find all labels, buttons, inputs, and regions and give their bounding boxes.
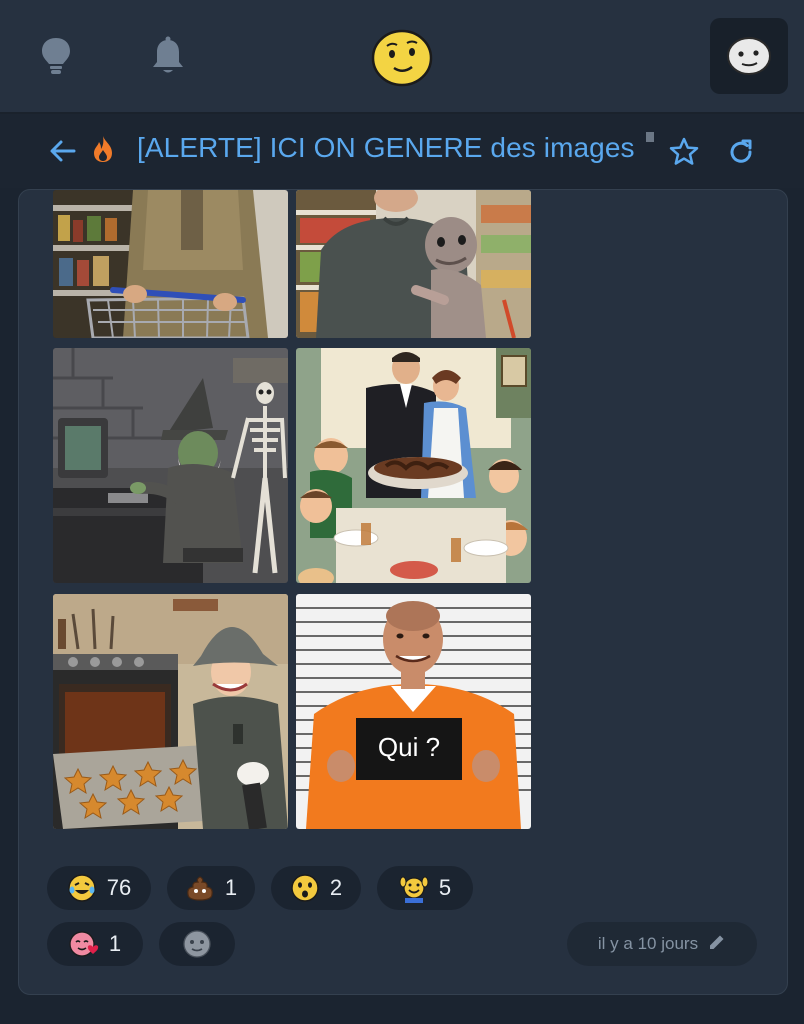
mugshot-image[interactable]: Qui ? <box>296 594 531 829</box>
smiley-logo-icon[interactable] <box>370 28 434 88</box>
topic-title[interactable]: [ALERTE] ICI ON GENERE des images <box>137 132 635 164</box>
star-icon[interactable] <box>668 136 700 168</box>
post-card: Qui ? 76 1 2 5 1 il y a 10 jours <box>18 189 788 995</box>
man-with-shopping-cart-image[interactable] <box>53 190 288 338</box>
top-bar <box>0 0 804 114</box>
heart-face-icon <box>69 929 99 959</box>
raising-hands-icon <box>399 873 429 903</box>
reaction-count: 2 <box>329 875 343 900</box>
fire-icon <box>90 134 116 164</box>
reaction-count: 76 <box>106 875 132 900</box>
post-timestamp: il y a 10 jours <box>597 934 699 953</box>
reaction-count: 1 <box>108 931 122 956</box>
avatar-button[interactable] <box>710 18 788 94</box>
topic-header: [ALERTE] ICI ON GENERE des images <box>0 114 804 188</box>
lightbulb-icon[interactable] <box>30 30 82 82</box>
reaction-count: 5 <box>438 875 452 900</box>
mugshot-sign-text: Qui ? <box>378 732 440 762</box>
reaction-surprised[interactable]: 2 <box>271 866 361 910</box>
add-reaction-icon <box>182 929 212 959</box>
avatar-icon <box>727 37 771 75</box>
surprised-face-icon <box>290 873 320 903</box>
pencil-icon <box>708 933 726 956</box>
add-reaction-button[interactable] <box>159 922 235 966</box>
bell-icon[interactable] <box>142 30 194 82</box>
reaction-heart-face[interactable]: 1 <box>47 922 143 966</box>
title-overflow-mark <box>646 132 654 142</box>
man-holding-alien-image[interactable] <box>296 190 531 338</box>
poop-icon <box>185 873 215 903</box>
soldier-woman-oven-image[interactable] <box>53 594 288 829</box>
laughing-tears-icon <box>67 873 97 903</box>
refresh-icon[interactable] <box>725 136 757 168</box>
reaction-raising-hands[interactable]: 5 <box>377 866 473 910</box>
back-arrow-icon[interactable] <box>48 136 78 166</box>
reaction-poop[interactable]: 1 <box>167 866 255 910</box>
reaction-laughing[interactable]: 76 <box>47 866 151 910</box>
post-timestamp-button[interactable]: il y a 10 jours <box>567 922 757 966</box>
reaction-count: 1 <box>224 875 238 900</box>
wizard-at-computer-image[interactable] <box>53 348 288 583</box>
family-dinner-image[interactable] <box>296 348 531 583</box>
